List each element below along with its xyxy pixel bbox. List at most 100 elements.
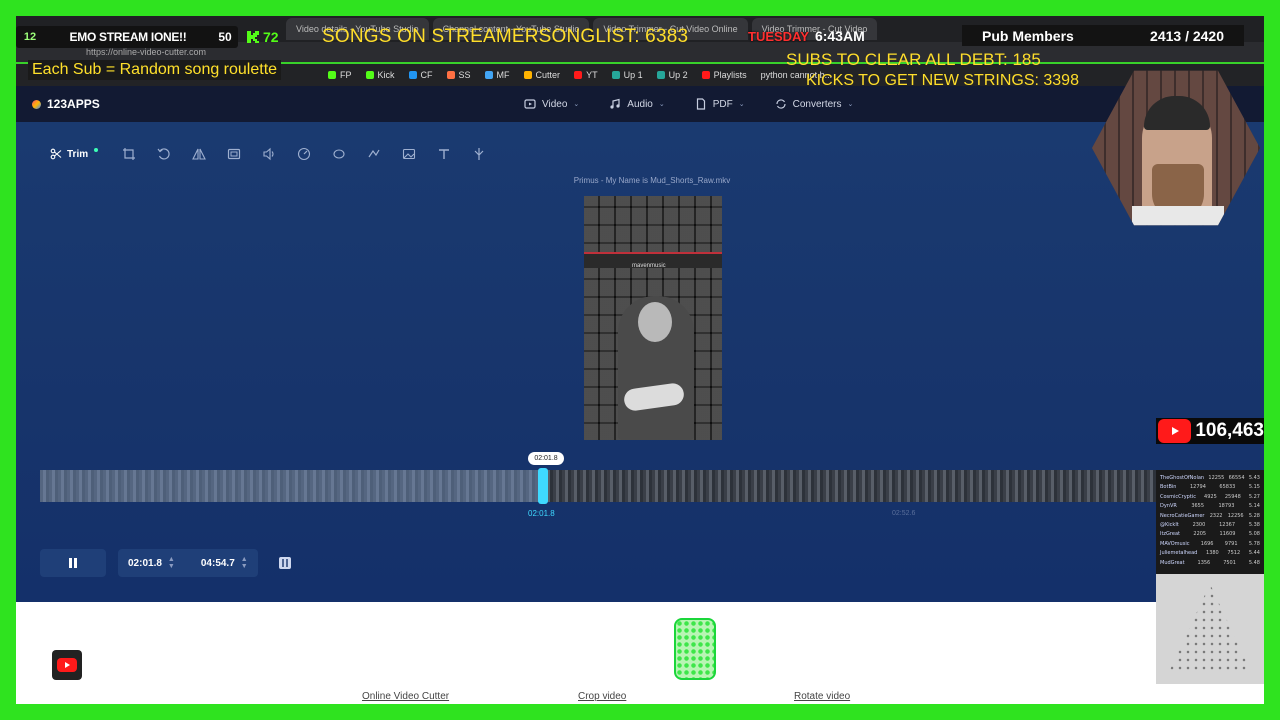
bookmark-kick[interactable]: Kick [365, 70, 395, 80]
timeline-handle[interactable] [538, 468, 548, 504]
stream-title-bar: 12 EMO STREAM IONE!! 50 [16, 26, 238, 48]
end-time-stepper[interactable]: ▲ ▼ [241, 556, 248, 570]
leaderboard-name: BotBin [1160, 484, 1177, 491]
split-mode-button[interactable] [270, 549, 300, 577]
footer-link-rotate-video[interactable]: Rotate video [794, 691, 850, 702]
leaderboard-c: 5.27 [1248, 493, 1260, 500]
bookmark-yt[interactable]: YT [574, 70, 598, 80]
pub-members-label: Pub Members [982, 27, 1074, 44]
scissors-icon [50, 148, 62, 160]
chevron-down-icon: ⌄ [847, 101, 854, 108]
pub-members-count: 2413 / 2420 [1150, 27, 1224, 44]
active-dot [94, 148, 99, 152]
loop-button[interactable] [326, 142, 351, 166]
bookmark-label: SS [458, 70, 471, 80]
clock-day: TUESDAY [748, 28, 809, 44]
preview-name-banner: mavenmusic [584, 252, 722, 269]
nav-converters[interactable]: Converters ⌄ [775, 98, 854, 110]
leaderboard-a: 1696 [1200, 540, 1214, 547]
leaderboard-b: 9791 [1224, 540, 1238, 547]
kick-count: 72 [263, 29, 279, 45]
start-time-input[interactable]: 02:01.8 [128, 558, 162, 569]
leaderboard-a: 1380 [1206, 550, 1219, 557]
preview-head [638, 302, 672, 342]
nav-pdf-label: PDF [712, 98, 733, 110]
bookmark-icon [446, 71, 455, 79]
bookmark-playlists[interactable]: Playlists [701, 70, 747, 80]
bookmark-ss[interactable]: SS [446, 70, 471, 80]
leaderboard-b: 65833 [1219, 484, 1236, 491]
footer-link-crop-video[interactable]: Crop video [578, 691, 626, 702]
leaderboard-name: MudGreat [1160, 559, 1185, 566]
leaderboard-row: CosmicCryptic 4925 25948 5.27 [1160, 493, 1260, 502]
leaderboard-row: TheGhostOfNolan 12255 66554 5.43 [1160, 474, 1260, 483]
nav-audio-label: Audio [627, 98, 653, 110]
rotate-icon [157, 148, 170, 160]
stream-number: 50 [218, 30, 232, 44]
editor-workspace: Trim Primus - My Name is Mud_Shorts_Raw.… [16, 122, 1264, 602]
flip-icon [191, 148, 206, 160]
crop-button[interactable] [116, 142, 141, 166]
bookmark-cutter[interactable]: Cutter [523, 70, 561, 80]
cursor-time-bubble: 02:01.8 [528, 452, 564, 465]
leaderboard-b: 12256 [1227, 512, 1244, 519]
split-tool-button[interactable] [466, 142, 491, 166]
stabilize-button[interactable] [361, 142, 386, 166]
debt-goal-text: SUBS TO CLEAR ALL DEBT: 185 [786, 50, 1041, 69]
pdf-icon [696, 98, 705, 110]
strings-goal-text: KICKS TO GET NEW STRINGS: 3398 [806, 72, 1079, 89]
end-time-input[interactable]: 04:54.7 [201, 558, 235, 569]
image-button[interactable] [396, 142, 421, 166]
trim-tool-button[interactable]: Trim [42, 142, 106, 166]
image-icon [402, 148, 415, 160]
leaderboard-name: CosmicCryptic [1160, 493, 1196, 500]
video-preview[interactable]: mavenmusic [584, 196, 722, 440]
leaderboard-row: Juliemetalhead 1380 7512 5.44 [1160, 549, 1260, 558]
timeline-trimmed-region [40, 470, 544, 502]
speed-icon [297, 147, 310, 161]
volume-icon [263, 147, 274, 161]
main-nav: Video ⌄ Audio ⌄ PDF ⌄ Converters ⌄ [524, 98, 853, 110]
leaderboard-name: MAVOmusic [1160, 540, 1190, 547]
bookmark-label: Cutter [535, 70, 561, 80]
flip-button[interactable] [186, 142, 211, 166]
bookmark-label: Up 1 [623, 70, 643, 80]
resize-icon [227, 148, 240, 160]
chevron-down-icon: ⌄ [658, 101, 665, 108]
leaderboard-a: 12255 [1208, 475, 1225, 481]
leaderboard-row: @KickIt 2300 12367 5.38 [1160, 521, 1260, 530]
video-filename: Primus - My Name is Mud_Shorts_Raw.mkv [573, 176, 731, 185]
bookmark-fp[interactable]: FP [328, 70, 352, 80]
leaderboard-name: Juliemetalhead [1160, 550, 1198, 557]
rotate-button[interactable] [151, 142, 176, 166]
leaderboard-c: 5.15 [1248, 484, 1260, 491]
nav-pdf[interactable]: PDF ⌄ [695, 98, 745, 110]
resize-button[interactable] [221, 142, 246, 166]
bookmark-mf[interactable]: MF [484, 70, 510, 80]
audio-icon [610, 98, 620, 109]
bookmark-cf[interactable]: CF [408, 70, 433, 80]
stabilize-icon [368, 149, 380, 158]
app-logo[interactable]: 123APPS [16, 97, 100, 111]
leaderboard-b: 7512 [1227, 550, 1241, 557]
nav-video[interactable]: Video ⌄ [524, 98, 579, 110]
start-time-stepper[interactable]: ▲ ▼ [168, 556, 175, 570]
leaderboard-b: 7501 [1223, 559, 1236, 566]
text-button[interactable] [431, 142, 456, 166]
youtube-icon [701, 71, 710, 79]
nav-video-label: Video [542, 98, 568, 110]
footer-link-video-cutter[interactable]: Online Video Cutter [362, 691, 449, 702]
youtube-icon [574, 71, 583, 79]
speed-button[interactable] [291, 142, 316, 166]
bookmark-up1[interactable]: Up 1 [611, 70, 643, 80]
leaderboard-row: BotBin 12794 65833 5.15 [1160, 483, 1260, 492]
nav-audio[interactable]: Audio ⌄ [609, 98, 665, 110]
pause-button[interactable] [40, 549, 106, 577]
leaderboard-row: MudGreat 1356 7501 5.48 [1160, 559, 1260, 568]
leaderboard-name: TheGhostOfNolan [1160, 475, 1205, 481]
bookmark-up2[interactable]: Up 2 [656, 70, 688, 80]
leaderboard-name: NecroCatieGamer [1160, 512, 1205, 519]
leaderboard-a: 2300 [1192, 522, 1206, 529]
volume-button[interactable] [256, 142, 281, 166]
leaderboard-row: DynVR 3655 18793 5.14 [1160, 502, 1260, 511]
